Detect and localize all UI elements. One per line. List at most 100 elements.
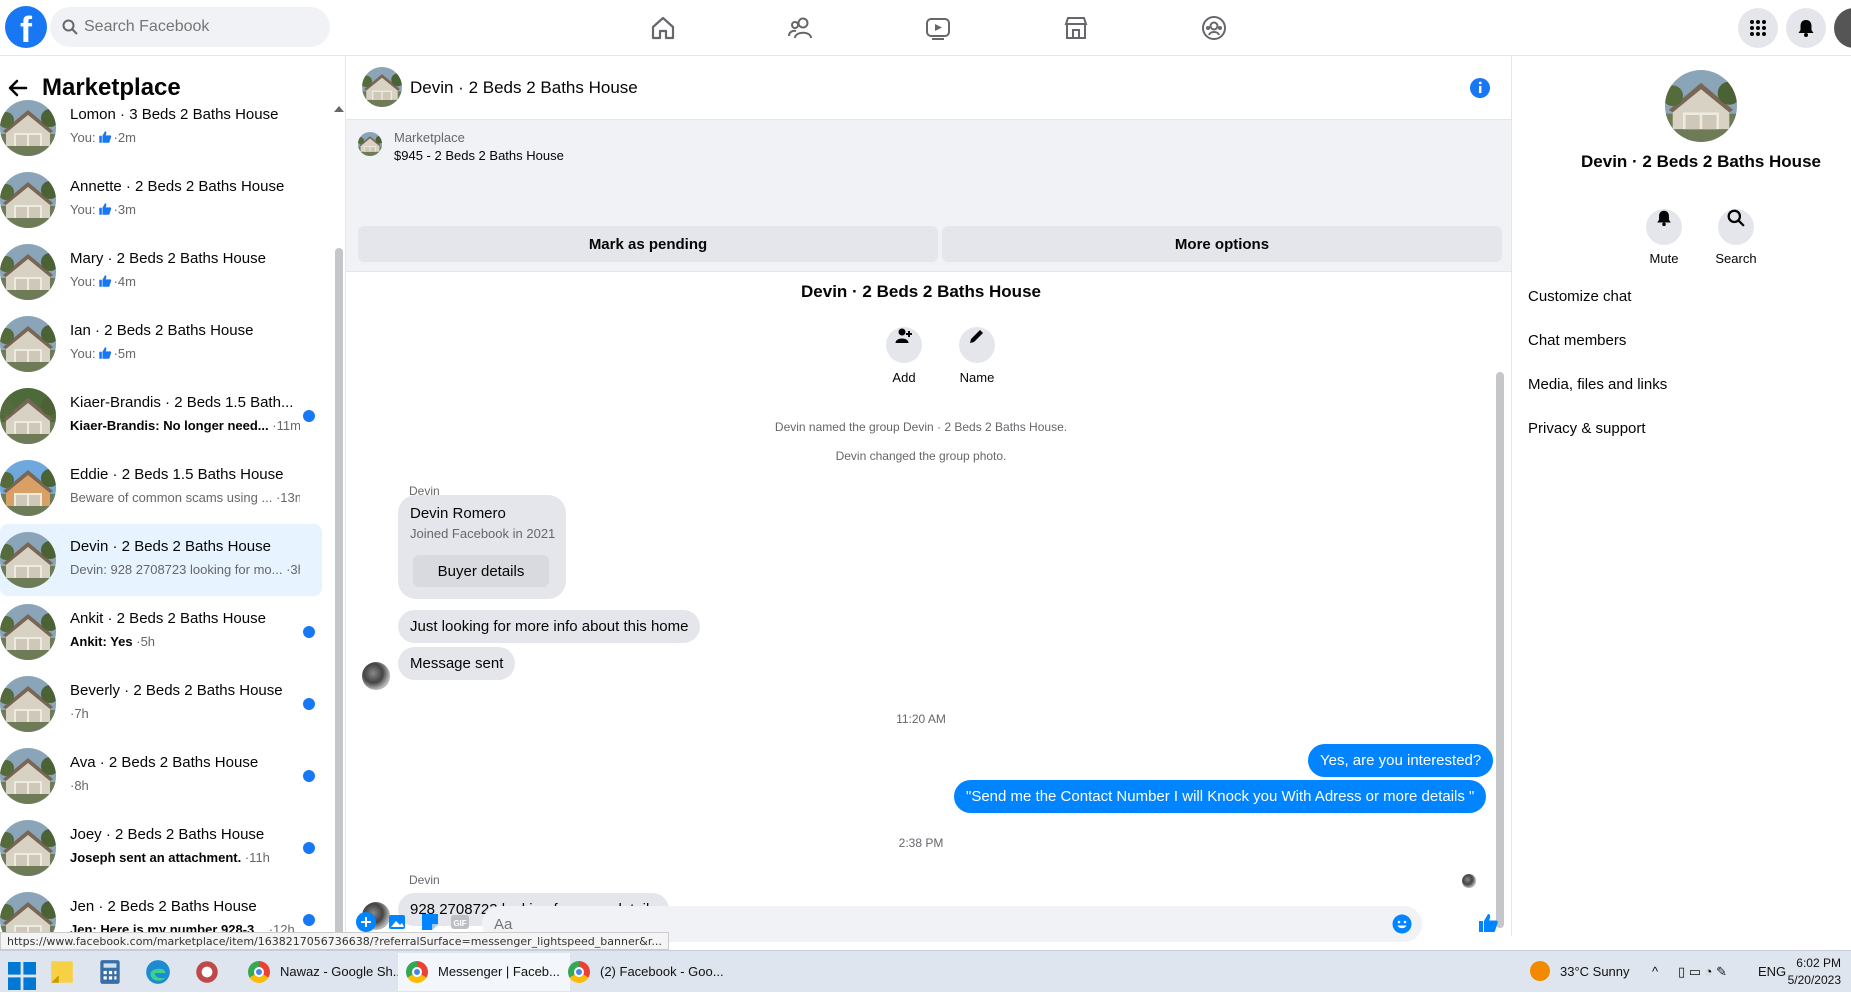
sticky-notes-icon[interactable] xyxy=(48,958,76,986)
conversation-preview: ·8h xyxy=(70,778,300,793)
conversation-item[interactable]: Eddie · 2 Beds 1.5 Baths House Beware of … xyxy=(0,452,322,524)
conversation-thumbnail xyxy=(0,604,56,660)
message-bubble-outgoing[interactable]: "Send me the Contact Number I will Knock… xyxy=(954,780,1487,813)
sender-avatar[interactable] xyxy=(362,662,390,690)
conversation-item[interactable]: Ava · 2 Beds 2 Baths House ·8h xyxy=(0,740,322,812)
like-thumb-icon xyxy=(98,131,111,143)
conversation-item[interactable]: Joey · 2 Beds 2 Baths House Joseph sent a… xyxy=(0,812,322,884)
conversation-thumbnail xyxy=(0,748,56,804)
sticker-icon[interactable] xyxy=(420,912,440,932)
message-bubble-outgoing[interactable]: Yes, are you interested? xyxy=(1308,744,1494,777)
conversation-info-panel: Devin · 2 Beds 2 Baths House Mute Search… xyxy=(1511,56,1851,936)
conversation-preview: You: ·4m xyxy=(70,274,300,289)
weather-text[interactable]: 33°C Sunny xyxy=(1560,951,1630,993)
conversation-item[interactable]: Annette · 2 Beds 2 Baths House You: ·3m xyxy=(0,164,322,236)
conversation-preview: You: ·5m xyxy=(70,346,300,361)
more-options-button[interactable]: More options xyxy=(942,226,1502,262)
scroll-up-arrow-icon[interactable] xyxy=(334,106,344,112)
privacy-support-item[interactable]: Privacy & support xyxy=(1528,420,1646,437)
conversation-item[interactable]: Ankit · 2 Beds 2 Baths House Ankit: Yes ·… xyxy=(0,596,322,668)
taskbar-app-button[interactable]: Messenger | Faceb... xyxy=(398,953,570,991)
conversation-preview: Joseph sent an attachment. ·11h xyxy=(70,850,300,865)
preview-time: ·11m xyxy=(272,418,300,433)
sender-name: Devin xyxy=(409,873,440,887)
conversation-title: Ava · 2 Beds 2 Baths House xyxy=(70,754,259,771)
chat-members-item[interactable]: Chat members xyxy=(1528,332,1626,349)
chat-scrollbar[interactable] xyxy=(1496,372,1504,928)
conversation-item[interactable]: Lomon · 3 Beds 2 Baths House You: ·2m xyxy=(0,92,322,164)
facebook-logo[interactable]: f xyxy=(5,6,47,48)
timestamp: 2:38 PM xyxy=(898,836,944,850)
chat-avatar[interactable] xyxy=(362,67,402,107)
conversation-title: Devin · 2 Beds 2 Baths House xyxy=(70,538,271,555)
photo-icon[interactable] xyxy=(388,912,408,932)
emoji-icon[interactable] xyxy=(1392,914,1412,934)
language-indicator[interactable]: ENG xyxy=(1758,951,1786,993)
calculator-icon[interactable] xyxy=(96,958,124,986)
info-icon[interactable] xyxy=(1469,77,1491,99)
chrome-icon xyxy=(406,961,428,983)
conversation-item[interactable]: Beverly · 2 Beds 2 Baths House ·7h xyxy=(0,668,322,740)
account-avatar[interactable] xyxy=(1834,8,1851,48)
search-icon xyxy=(1727,209,1745,227)
add-people-action[interactable]: Add xyxy=(869,318,939,385)
tray-icons[interactable]: ▯ ▭ ◔ ✎ xyxy=(1678,951,1727,993)
message-bubble-incoming[interactable]: Message sent xyxy=(398,647,516,680)
search-box[interactable] xyxy=(50,7,330,47)
chat-panel: Devin · 2 Beds 2 Baths House Marketplace… xyxy=(346,56,1511,942)
conversation-item[interactable]: Devin · 2 Beds 2 Baths House Devin: 928 2… xyxy=(0,524,322,596)
conversation-thumbnail xyxy=(0,532,56,588)
taskbar-app-label: Messenger | Faceb... xyxy=(438,964,560,979)
clock-date: 5/20/2023 xyxy=(1787,973,1841,987)
edge-browser-icon[interactable] xyxy=(144,958,172,986)
gif-icon[interactable]: GIF xyxy=(450,912,470,932)
conversation-item[interactable]: Ian · 2 Beds 2 Baths House You: ·5m xyxy=(0,308,322,380)
preview-time: ·5m xyxy=(113,346,136,361)
chat-header-name[interactable]: Devin · 2 Beds 2 Baths House xyxy=(410,78,638,98)
home-icon[interactable] xyxy=(645,10,681,46)
mute-action[interactable]: Mute xyxy=(1629,200,1699,266)
media-files-links-item[interactable]: Media, files and links xyxy=(1528,376,1667,393)
system-clock[interactable]: 6:02 PM 5/20/2023 xyxy=(1788,955,1841,989)
app-icon[interactable] xyxy=(193,958,221,986)
search-input[interactable] xyxy=(84,7,324,47)
marketplace-icon[interactable] xyxy=(1058,10,1094,46)
windows-taskbar: Nawaz - Google Sh... Messenger | Faceb...… xyxy=(0,950,1851,992)
conversation-title: Beverly · 2 Beds 2 Baths House xyxy=(70,682,283,699)
listing-price-title[interactable]: $945 - 2 Beds 2 Baths House xyxy=(394,148,564,163)
search-action[interactable]: Search xyxy=(1701,200,1771,266)
windows-start-icon[interactable] xyxy=(8,962,36,990)
menu-grid-icon[interactable] xyxy=(1738,8,1778,48)
message-bubble-incoming[interactable]: Just looking for more info about this ho… xyxy=(398,610,701,643)
conversation-item[interactable]: Jen · 2 Beds 2 Baths House Jen: Here is m… xyxy=(0,884,322,936)
buyer-details-button[interactable]: Buyer details xyxy=(413,555,549,587)
preview-time: ·4m xyxy=(113,274,136,289)
conversation-preview: Kiaer-Brandis: No longer need... ·11m xyxy=(70,418,300,433)
notifications-icon[interactable] xyxy=(1786,8,1826,48)
sidebar-scrollbar[interactable] xyxy=(335,248,343,936)
weather-icon[interactable] xyxy=(1530,961,1550,981)
mark-as-pending-button[interactable]: Mark as pending xyxy=(358,226,938,262)
plus-circle-icon[interactable] xyxy=(356,912,376,932)
like-thumb-icon[interactable] xyxy=(1477,912,1499,934)
conversation-item[interactable]: Mary · 2 Beds 2 Baths House You: ·4m xyxy=(0,236,322,308)
top-navigation-bar: f xyxy=(0,0,1851,56)
taskbar-app-button[interactable]: (2) Facebook - Goo... xyxy=(560,953,734,991)
friends-icon[interactable] xyxy=(783,10,819,46)
group-photo[interactable] xyxy=(1665,70,1737,142)
conversation-item[interactable]: Kiaer-Brandis · 2 Beds 1.5 Bath... Kiaer-… xyxy=(0,380,322,452)
tray-chevron-icon[interactable]: ^ xyxy=(1652,951,1658,993)
taskbar-app-button[interactable]: Nawaz - Google Sh... xyxy=(240,953,414,991)
conversation-title: Annette · 2 Beds 2 Baths House xyxy=(70,178,285,195)
listing-thumbnail[interactable] xyxy=(358,132,382,156)
conversation-preview: Devin: 928 2708723 looking for mo... ·3h xyxy=(70,562,300,577)
customize-chat-item[interactable]: Customize chat xyxy=(1528,288,1631,305)
conversation-thumbnail xyxy=(0,100,56,156)
name-group-action[interactable]: Name xyxy=(942,318,1012,385)
unread-dot xyxy=(303,770,315,782)
buyer-profile-card: Devin Romero Joined Facebook in 2021 Buy… xyxy=(398,495,566,599)
unread-dot xyxy=(303,626,315,638)
watch-icon[interactable] xyxy=(920,10,956,46)
conversation-thumbnail xyxy=(0,316,56,372)
groups-icon[interactable] xyxy=(1196,10,1232,46)
